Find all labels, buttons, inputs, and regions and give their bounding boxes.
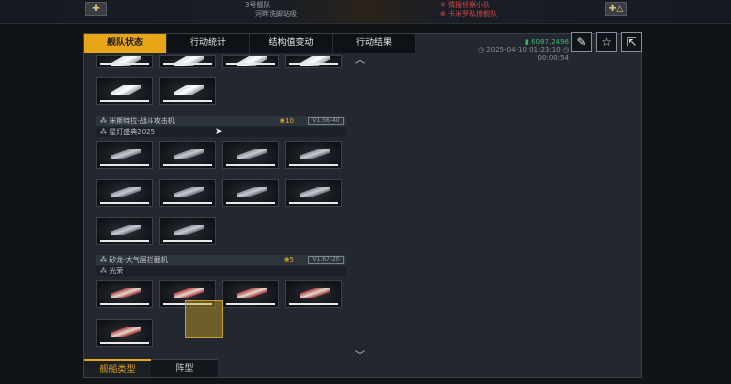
- ship-card[interactable]: [96, 141, 153, 169]
- scroll-down-icon[interactable]: ﹀: [355, 347, 365, 362]
- scroll-up-icon[interactable]: ︿: [355, 51, 365, 66]
- tab-formation[interactable]: 阵型: [151, 359, 218, 377]
- tab-action-result[interactable]: 行动结果: [333, 34, 416, 53]
- ship-card[interactable]: [222, 141, 279, 169]
- ship-card[interactable]: [159, 77, 216, 105]
- star-icon[interactable]: ☆: [596, 32, 617, 52]
- section-badge: ❀5: [283, 256, 294, 264]
- ship-card[interactable]: [285, 141, 342, 169]
- plus-icon[interactable]: ✚: [85, 2, 107, 16]
- selection-highlight: [185, 300, 223, 338]
- section-header[interactable]: ⁂ 矽龙-大气层拦截机 ❀5 V1.67-20: [96, 255, 346, 265]
- ship-card[interactable]: [222, 55, 279, 68]
- plus-mountain-icon[interactable]: ✚△: [605, 2, 627, 16]
- tab-fleet-status[interactable]: 舰队状态: [84, 34, 167, 53]
- section-tag: V1.67-20: [308, 256, 344, 264]
- ship-card[interactable]: [96, 280, 153, 308]
- ship-card[interactable]: [96, 77, 153, 105]
- ship-card[interactable]: [285, 55, 342, 68]
- fleet-location: 河畔洗脚站吸: [255, 10, 297, 18]
- ship-card[interactable]: [96, 55, 153, 68]
- export-icon[interactable]: ⇱: [621, 32, 642, 52]
- section-badge: ❀10: [279, 117, 294, 125]
- section-tag: V1.56-40: [308, 117, 344, 125]
- ship-card[interactable]: [222, 179, 279, 207]
- ship-card[interactable]: [96, 179, 153, 207]
- ship-card[interactable]: [159, 179, 216, 207]
- mouse-cursor-icon: ➤: [215, 127, 223, 137]
- ship-card[interactable]: [285, 179, 342, 207]
- ship-card[interactable]: [159, 141, 216, 169]
- tab-action-stats[interactable]: 行动统计: [167, 34, 250, 53]
- ship-card[interactable]: [96, 217, 153, 245]
- bottom-tab-bar: 舰船类型 阵型: [84, 359, 218, 377]
- section-header[interactable]: ⁂ 米斯特拉-战斗攻击机 ❀10 V1.56-40: [96, 116, 346, 126]
- report-panel: 舰队状态 行动统计 结构值变动 行动结果 ▮ 6087.2496 ◷ 2025-…: [83, 32, 642, 378]
- ship-card[interactable]: [285, 280, 342, 308]
- ship-card[interactable]: [159, 55, 216, 68]
- ship-card[interactable]: [96, 319, 153, 347]
- enemy-group-2: ⊕ 卡米罗私掠舰队: [440, 10, 498, 18]
- section-subheader: ⁂ 光荣: [96, 266, 346, 276]
- count-badge: ▮ 6087.2496: [525, 38, 569, 46]
- tab-ship-type[interactable]: 舰船类型: [84, 359, 151, 377]
- battle-info: ▮ 6087.2496 ◷ 2025-04-10 01:23:10 ◷ 00:0…: [459, 38, 569, 62]
- tab-structure-change[interactable]: 结构值变动: [250, 34, 333, 53]
- ship-card[interactable]: [222, 280, 279, 308]
- tab-bar: 舰队状态 行动统计 结构值变动 行动结果: [84, 34, 416, 53]
- ship-card[interactable]: [159, 217, 216, 245]
- report-icon[interactable]: ✎: [571, 32, 592, 52]
- top-bar: ✚ 3号舰队 河畔洗脚站吸 ✕ 情报侦察小队 ⊕ 卡米罗私掠舰队 ✚△: [0, 0, 731, 24]
- datetime: ◷ 2025-04-10 01:23:10 ◷ 00:00:54: [477, 46, 569, 62]
